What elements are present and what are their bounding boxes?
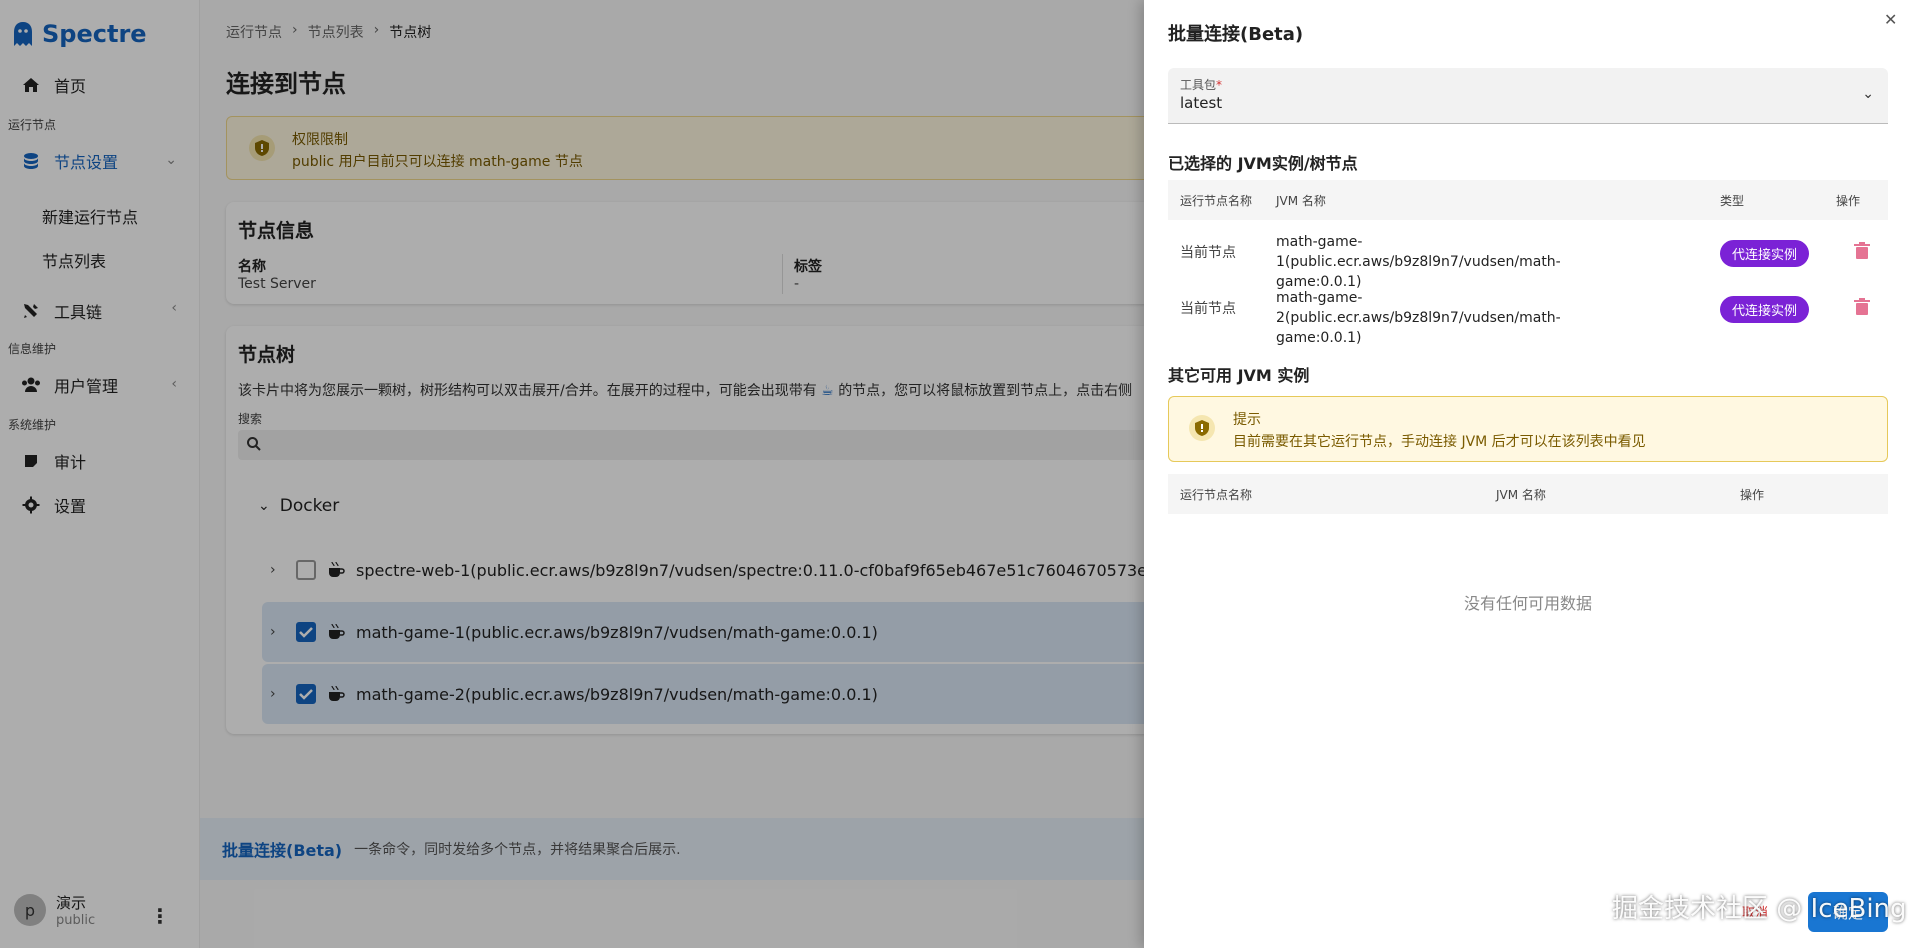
drawer-title: 批量连接(Beta) (1168, 24, 1304, 45)
toolkit-label: 工具包* (1180, 76, 1222, 93)
row-node: 当前节点 (1180, 245, 1236, 261)
trash-icon[interactable] (1854, 242, 1870, 260)
batch-connect-drawer: 批量连接(Beta) ✕ 工具包* latest ⌄ 已选择的 JVM实例/树节… (1144, 0, 1912, 948)
row-jvm: math-game-2(public.ecr.aws/b9z8l9n7/vuds… (1276, 290, 1561, 346)
close-icon[interactable]: ✕ (1884, 10, 1897, 29)
col-node: 运行节点名称 (1180, 488, 1253, 502)
watermark: 掘金技术社区 @ IceBing (1612, 894, 1907, 924)
table-row: 当前节点 math-game-1(public.ecr.aws/b9z8l9n7… (1168, 224, 1888, 290)
col-jvm: JVM 名称 (1496, 488, 1546, 502)
col-type: 类型 (1720, 194, 1745, 208)
col-jvm: JVM 名称 (1276, 194, 1326, 208)
type-chip: 代连接实例 (1720, 240, 1810, 267)
shield-icon (1189, 415, 1215, 441)
hint-text: 目前需要在其它运行节点，手动连接 JVM 后才可以在该列表中看见 (1233, 434, 1646, 450)
col-action: 操作 (1836, 194, 1861, 208)
selected-table-header: 运行节点名称 JVM 名称 类型 操作 (1168, 180, 1888, 220)
table-row: 当前节点 math-game-2(public.ecr.aws/b9z8l9n7… (1168, 280, 1888, 346)
row-node: 当前节点 (1180, 301, 1236, 317)
modal-backdrop[interactable] (0, 0, 1144, 948)
toolkit-value: latest (1180, 94, 1223, 112)
col-action: 操作 (1740, 488, 1765, 502)
selected-section-title: 已选择的 JVM实例/树节点 (1168, 154, 1358, 173)
other-section-title: 其它可用 JVM 实例 (1168, 366, 1310, 385)
chevron-down-icon[interactable]: ⌄ (1862, 86, 1874, 102)
hint-title: 提示 (1233, 412, 1261, 428)
empty-state: 没有任何可用数据 (1463, 594, 1592, 613)
toolkit-select[interactable]: 工具包* latest ⌄ (1168, 68, 1888, 124)
col-node: 运行节点名称 (1180, 194, 1253, 208)
toolkit-label-text: 工具包 (1180, 78, 1217, 92)
required-mark: * (1216, 78, 1223, 92)
hint-alert: 提示 目前需要在其它运行节点，手动连接 JVM 后才可以在该列表中看见 (1168, 396, 1888, 462)
type-chip: 代连接实例 (1720, 296, 1810, 323)
trash-icon[interactable] (1854, 298, 1870, 316)
other-table-header: 运行节点名称 JVM 名称 操作 (1168, 474, 1888, 514)
